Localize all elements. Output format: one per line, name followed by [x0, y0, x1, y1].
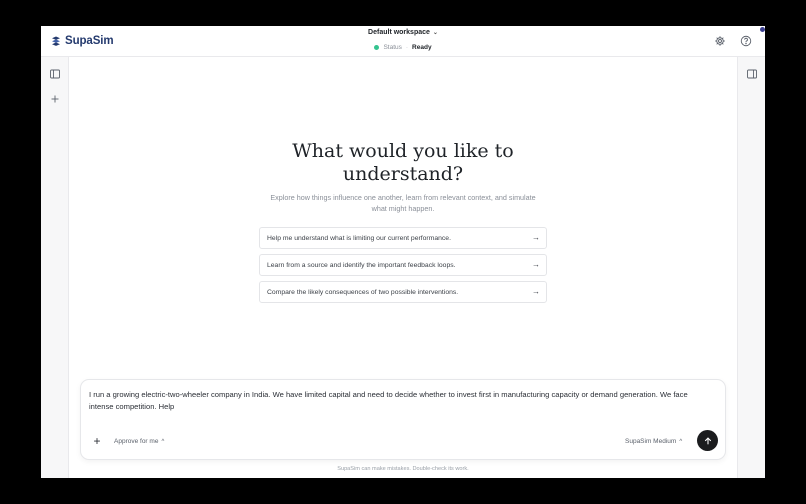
- model-label: SupaSim Medium: [625, 438, 677, 445]
- status-indicator: Status · Ready: [41, 44, 765, 51]
- hero-title-line-1: What would you like to: [292, 140, 514, 162]
- hero-title: What would you like to understand?: [69, 140, 737, 186]
- approve-label: Approve for me: [114, 438, 159, 445]
- model-selector[interactable]: SupaSim Medium ^: [625, 438, 682, 445]
- sidebar-toggle-icon[interactable]: [49, 68, 61, 80]
- arrow-right-icon: →: [532, 233, 540, 242]
- approve-mode-selector[interactable]: Approve for me ^: [114, 438, 164, 445]
- hero-title-line-2: understand?: [342, 163, 464, 185]
- left-sidebar: [41, 57, 69, 478]
- plus-icon[interactable]: [49, 93, 61, 105]
- hero-subtitle: Explore how things influence one another…: [249, 192, 557, 214]
- status-separator: ·: [405, 44, 409, 51]
- help-icon[interactable]: [740, 35, 752, 47]
- suggestion-card[interactable]: Learn from a source and identify the imp…: [259, 254, 547, 276]
- hero-subtitle-line-2: what might happen.: [371, 204, 435, 213]
- arrow-right-icon: →: [532, 287, 540, 296]
- arrow-up-icon: [703, 436, 713, 446]
- disclaimer-text: SupaSim can make mistakes. Double-check …: [337, 466, 469, 472]
- arrow-right-icon: →: [532, 260, 540, 269]
- suggestion-card[interactable]: Help me understand what is limiting our …: [259, 227, 547, 249]
- workspace-name: Default workspace: [368, 29, 430, 36]
- send-button[interactable]: [697, 430, 718, 451]
- right-panel-toggle-icon[interactable]: [746, 68, 758, 80]
- suggestion-card[interactable]: Compare the likely consequences of two p…: [259, 281, 547, 303]
- suggestion-label: Learn from a source and identify the imp…: [267, 261, 456, 269]
- main-content: What would you like to understand? Explo…: [69, 57, 737, 478]
- suggestion-label: Help me understand what is limiting our …: [267, 234, 451, 242]
- suggestion-list: Help me understand what is limiting our …: [259, 227, 547, 308]
- workspace-selector[interactable]: Default workspace ⌄: [41, 29, 765, 36]
- suggestion-label: Compare the likely consequences of two p…: [267, 288, 459, 296]
- top-header: SupaSim Default workspace ⌄ Status · Rea…: [41, 26, 765, 57]
- hero-subtitle-line-1: Explore how things influence one another…: [270, 193, 536, 202]
- chevron-up-icon: ^: [161, 438, 165, 445]
- right-sidebar: [737, 57, 765, 478]
- settings-icon[interactable]: [714, 35, 726, 47]
- status-label: Status: [383, 44, 402, 51]
- status-dot-icon: [374, 45, 380, 50]
- app-window: SupaSim Default workspace ⌄ Status · Rea…: [41, 26, 765, 478]
- chevron-down-icon: ⌄: [432, 30, 438, 36]
- message-composer[interactable]: I run a growing electric-two-wheeler com…: [80, 379, 726, 460]
- status-value: Ready: [412, 44, 432, 51]
- notification-dot-icon: [760, 27, 765, 32]
- prompt-input[interactable]: I run a growing electric-two-wheeler com…: [89, 389, 709, 413]
- attach-plus-button[interactable]: +: [91, 435, 103, 447]
- chevron-up-icon: ^: [679, 438, 683, 445]
